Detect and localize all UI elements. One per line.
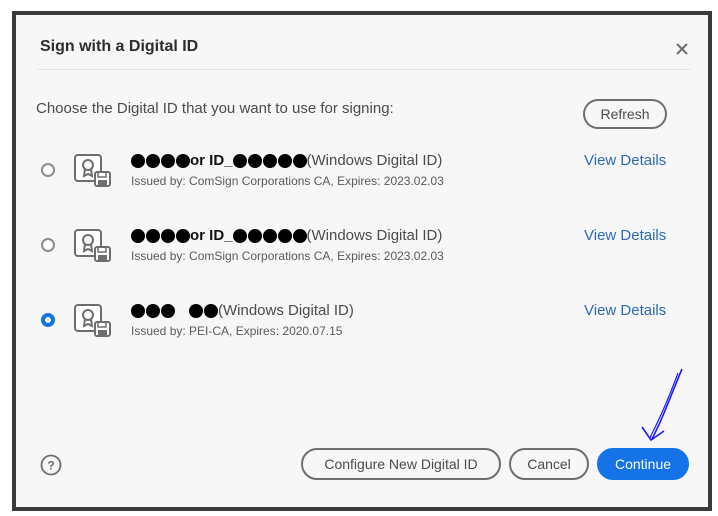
id-type: (Windows Digital ID) [306, 227, 443, 244]
digital-id-row[interactable]: or ID_ (Windows Digital ID) Issued by: C… [16, 227, 708, 287]
digital-id-radio-checked[interactable] [41, 313, 55, 327]
certificate-icon [74, 304, 111, 337]
cancel-button[interactable]: Cancel [509, 448, 589, 480]
refresh-button[interactable]: Refresh [583, 99, 667, 129]
header-divider [38, 69, 690, 70]
digital-id-radio[interactable] [41, 163, 55, 177]
digital-id-radio[interactable] [41, 238, 55, 252]
view-details-link[interactable]: View Details [584, 152, 666, 169]
digital-id-name: or ID_ (Windows Digital ID) [131, 227, 442, 244]
digital-id-name: (Windows Digital ID) [131, 302, 354, 319]
id-type: (Windows Digital ID) [306, 152, 443, 169]
id-name-fragment: or ID_ [190, 227, 233, 244]
redaction-mark [232, 228, 307, 243]
close-icon[interactable] [672, 39, 692, 59]
dialog-title: Sign with a Digital ID [40, 38, 199, 55]
redaction-mark [131, 228, 190, 243]
issued-by-text: Issued by: ComSign Corporations CA, Expi… [131, 249, 444, 263]
issued-by-text: Issued by: PEI-CA, Expires: 2020.07.15 [131, 324, 343, 338]
view-details-link[interactable]: View Details [584, 227, 666, 244]
configure-new-digital-id-button[interactable]: Configure New Digital ID [301, 448, 501, 480]
redaction-mark [232, 153, 307, 168]
redaction-mark [189, 303, 218, 318]
certificate-icon [74, 154, 111, 187]
choose-id-prompt: Choose the Digital ID that you want to u… [36, 100, 394, 117]
continue-button[interactable]: Continue [597, 448, 689, 480]
issued-by-text: Issued by: ComSign Corporations CA, Expi… [131, 174, 444, 188]
help-icon[interactable]: ? [40, 454, 62, 476]
view-details-link[interactable]: View Details [584, 302, 666, 319]
id-type: (Windows Digital ID) [218, 302, 354, 319]
digital-id-name: or ID_ (Windows Digital ID) [131, 152, 442, 169]
digital-id-row-selected[interactable]: (Windows Digital ID) Issued by: PEI-CA, … [16, 302, 708, 362]
redaction-mark [131, 303, 175, 318]
certificate-icon [74, 229, 111, 262]
svg-text:?: ? [47, 459, 54, 473]
redaction-mark [131, 153, 190, 168]
hand-drawn-arrow-annotation [641, 368, 683, 442]
digital-id-row[interactable]: or ID_ (Windows Digital ID) Issued by: C… [16, 152, 708, 212]
id-name-fragment: or ID_ [190, 152, 233, 169]
sign-digital-id-dialog: Sign with a Digital ID Choose the Digita… [16, 15, 708, 507]
